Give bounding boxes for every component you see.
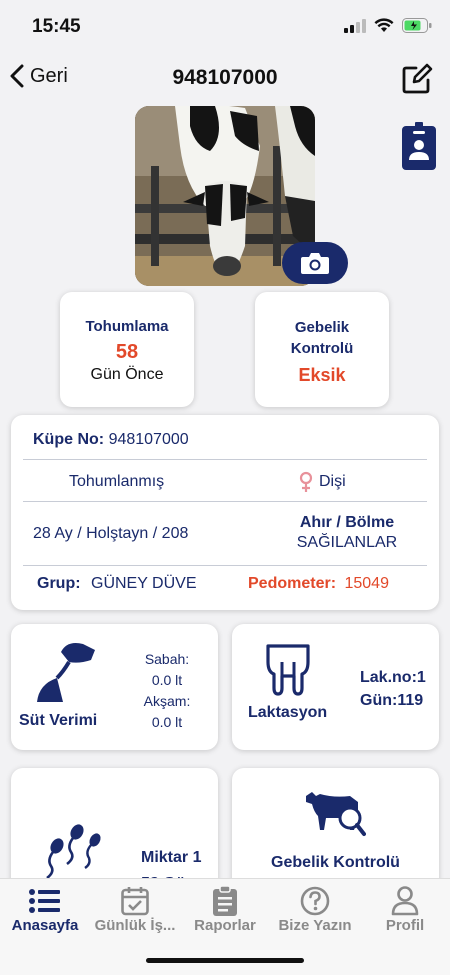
kupe-row: Küpe No: 948107000 bbox=[33, 431, 429, 449]
gebelik-status: Eksik bbox=[298, 365, 346, 385]
cow-search-icon bbox=[306, 792, 366, 836]
wifi-icon bbox=[374, 18, 394, 32]
divider bbox=[23, 501, 427, 502]
tohumlama-unit: Gün Önce bbox=[90, 366, 164, 383]
home-indicator bbox=[146, 958, 304, 963]
edit-icon bbox=[402, 63, 433, 94]
id-card-button[interactable] bbox=[402, 122, 436, 175]
nav-bar: 948107000 Geri bbox=[0, 54, 450, 106]
camera-button[interactable] bbox=[282, 242, 348, 284]
tohumlama-card[interactable]: Tohumlama 58 Gün Önce bbox=[60, 292, 194, 407]
ahir-value: SAĞILANLAR bbox=[296, 534, 398, 551]
camera-icon bbox=[301, 253, 329, 274]
tab-label: Bize Yazın bbox=[278, 917, 352, 934]
grup-label: Grup: bbox=[37, 575, 81, 592]
tab-gunluk-isler[interactable]: Günlük İş... bbox=[90, 885, 180, 934]
grup-value: GÜNEY DÜVE bbox=[91, 575, 197, 592]
tab-bize-yazin[interactable]: Bize Yazın bbox=[270, 885, 360, 934]
tab-anasayfa[interactable]: Anasayfa bbox=[0, 885, 90, 934]
sabah-value: 0.0 lt bbox=[151, 672, 183, 688]
sperm-icon bbox=[46, 824, 101, 880]
tohumlama-tile[interactable]: Miktar 1 58 Gü bbox=[11, 768, 218, 894]
gebelik-title-line1: Gebelik bbox=[294, 319, 350, 336]
grup-field: Grup: GÜNEY DÜVE bbox=[37, 575, 197, 593]
back-button[interactable]: Geri bbox=[10, 64, 68, 88]
clipboard-icon bbox=[213, 886, 237, 916]
battery-icon bbox=[402, 18, 432, 33]
gebelik-kontrol-tile[interactable]: Gebelik Kontrolü bbox=[232, 768, 439, 894]
status-icons bbox=[344, 18, 432, 33]
tohumlama-days: 58 bbox=[115, 341, 139, 363]
lak-no: Lak.no:1 bbox=[360, 669, 426, 686]
sabah-label: Sabah: bbox=[144, 651, 190, 667]
list-icon bbox=[29, 889, 60, 913]
user-icon bbox=[391, 886, 419, 916]
gebelik-kontrol-card[interactable]: Gebelik Kontrolü Eksik bbox=[255, 292, 389, 407]
tab-raporlar[interactable]: Raporlar bbox=[180, 885, 270, 934]
gebelik-tile-title: Gebelik Kontrolü bbox=[271, 854, 400, 871]
aksam-value: 0.0 lt bbox=[151, 714, 183, 730]
animal-info-card: Küpe No: 948107000 Tohumlanmış Dişi 28 A… bbox=[11, 415, 439, 610]
ahir-label: Ahır / Bölme bbox=[299, 514, 395, 531]
divider bbox=[23, 459, 427, 460]
aksam-label: Akşam: bbox=[143, 693, 191, 709]
tohumlama-title: Tohumlama bbox=[85, 318, 169, 335]
divider bbox=[23, 565, 427, 566]
laktasyon-tile[interactable]: Laktasyon Lak.no:1 Gün:119 bbox=[232, 624, 439, 750]
signal-icon bbox=[344, 18, 366, 33]
status-state: Tohumlanmış bbox=[69, 473, 165, 490]
sex-value: Dişi bbox=[319, 473, 346, 490]
back-label: Geri bbox=[30, 64, 68, 87]
animal-details: 28 Ay / Holştayn / 208 bbox=[33, 525, 189, 542]
tab-label: Anasayfa bbox=[11, 917, 79, 934]
tab-label: Profil bbox=[385, 917, 425, 934]
sut-values: Sabah: 0.0 lt Akşam: 0.0 lt bbox=[137, 649, 197, 733]
status-bar: 15:45 bbox=[0, 0, 450, 54]
sut-verimi-title: Süt Verimi bbox=[19, 712, 98, 729]
lak-gun: Gün:119 bbox=[360, 692, 424, 709]
pedometer-field: Pedometer: 15049 bbox=[248, 575, 389, 593]
laktasyon-values: Lak.no:1 Gün:119 bbox=[360, 666, 426, 712]
sut-verimi-tile[interactable]: Süt Verimi Sabah: 0.0 lt Akşam: 0.0 lt bbox=[11, 624, 218, 750]
tab-label: Raporlar bbox=[194, 917, 256, 934]
pedometer-value: 15049 bbox=[344, 575, 389, 592]
pedometer-label: Pedometer: bbox=[248, 575, 337, 592]
udder-icon bbox=[266, 644, 310, 696]
kupe-label: Küpe No: bbox=[33, 431, 105, 448]
tab-profil[interactable]: Profil bbox=[360, 885, 450, 934]
question-icon bbox=[300, 886, 330, 916]
female-icon bbox=[299, 471, 313, 492]
calendar-check-icon bbox=[121, 887, 149, 916]
tab-label: Günlük İş... bbox=[94, 917, 176, 934]
milk-pour-icon bbox=[37, 643, 95, 702]
tohum-miktar: Miktar 1 bbox=[141, 849, 202, 866]
laktasyon-title: Laktasyon bbox=[248, 704, 328, 721]
sex-field: Dişi bbox=[299, 471, 346, 493]
gebelik-title-line2: Kontrolü bbox=[290, 340, 354, 357]
id-card-icon bbox=[402, 122, 436, 170]
edit-button[interactable] bbox=[400, 62, 434, 101]
ahir-field: Ahır / Bölme SAĞILANLAR bbox=[257, 514, 437, 552]
kupe-value: 948107000 bbox=[108, 431, 189, 448]
chevron-left-icon bbox=[10, 64, 24, 88]
status-time: 15:45 bbox=[32, 16, 81, 37]
